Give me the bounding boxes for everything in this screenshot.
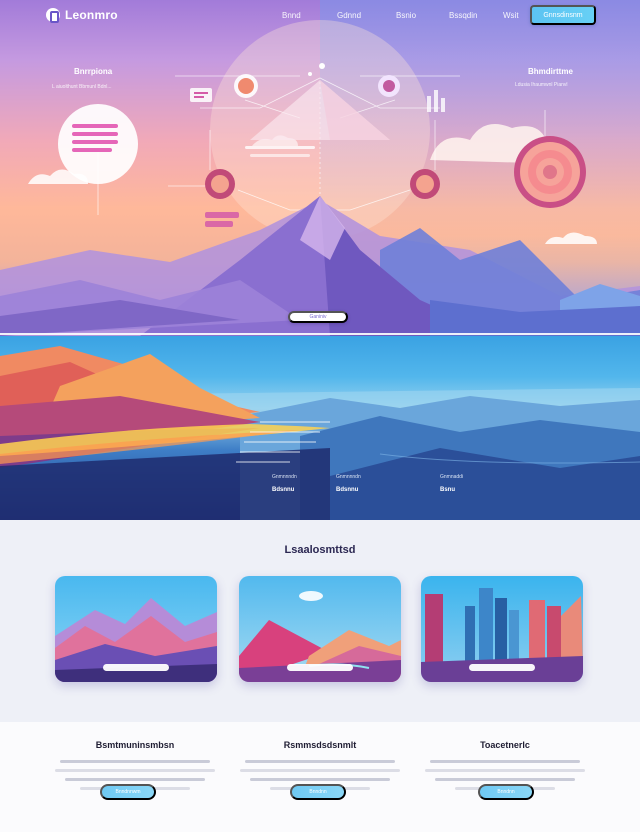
band-value-3: Bsnu [440,487,455,493]
hero-left-subtitle: L aiuolthunt Bbmunl Bdnl... [52,84,112,90]
feature-1-button[interactable]: Bnndnnwm [100,784,156,800]
gallery-card-hills[interactable] [239,576,401,682]
feature-3: Toacetnerlc [415,740,595,790]
landscape-band: Gnmnnndn Gnmnnndn Gnmnaddi Bdsnnu Bdsnnu… [0,336,640,520]
features-section: Bsmtmuninsmbsn Rsmmsdsdsnmlt Toacetnerlc… [0,722,640,832]
gallery-title: Lsaalosmttsd [284,544,356,556]
logo-icon [46,8,60,23]
nav-link-4[interactable]: Bssqdin [449,11,477,20]
hero-cta-button[interactable]: Ganiniv [288,311,348,323]
feature-3-button[interactable]: Bnndnn [478,784,534,800]
hero-left-title: Bnrrpiona [74,67,113,76]
feature-3-text-line [425,769,585,772]
feature-3-text-line [435,778,575,781]
feature-1-text-line [55,769,215,772]
band-value-1: Bdsnnu [272,487,295,493]
nav-link-5[interactable]: Wsit [503,11,519,20]
hero-right-title: Bhmdirttme [528,67,573,76]
landscape-illustration [0,346,640,520]
card-3-button[interactable] [469,664,535,671]
gallery-section: Lsaalosmttsd [0,520,640,722]
band-label-1: Gnmnnndn [272,474,297,480]
feature-2-text-line [250,778,390,781]
nav-link-1[interactable]: Bnnd [282,11,301,20]
logo[interactable]: Leonmro [46,8,118,23]
band-label-2: Gnmnnndn [336,474,361,480]
card-1-button[interactable] [103,664,169,671]
gallery-card-city[interactable] [421,576,583,682]
hero-illustration [0,20,640,336]
feature-1: Bsmtmuninsmbsn [45,740,225,790]
feature-3-text-line [430,760,580,763]
feature-2-text-line [240,769,400,772]
logo-text: Leonmro [65,8,118,22]
band-label-3: Gnmnaddi [440,474,464,480]
feature-1-title: Bsmtmuninsmbsn [95,740,175,750]
feature-2-title: Rsmmsdsdsnmlt [283,740,357,750]
hero-right-subtitle: Ldusia Ihaumwnl Pianvl [515,82,568,88]
nav-link-2[interactable]: Gdnnd [337,11,361,20]
feature-1-text-line [65,778,205,781]
top-nav: Leonmro Bnnd Gdnnd Bsnio Bssqdin Wsit Gn… [0,0,640,36]
feature-1-text-line [60,760,210,763]
gallery-card-mountains[interactable] [55,576,217,682]
card-2-button[interactable] [287,664,353,671]
feature-2-text-line [245,760,395,763]
nav-link-3[interactable]: Bsnio [396,11,416,20]
hero-section: Leonmro Bnnd Gdnnd Bsnio Bssqdin Wsit Gn… [0,0,640,336]
feature-2-button[interactable]: Bnndnn [290,784,346,800]
feature-2: Rsmmsdsdsnmlt [230,740,410,790]
band-value-2: Bdsnnu [336,487,359,493]
nav-cta-button[interactable]: Gnnsdinsnm [530,5,596,25]
feature-3-title: Toacetnerlc [480,740,530,750]
